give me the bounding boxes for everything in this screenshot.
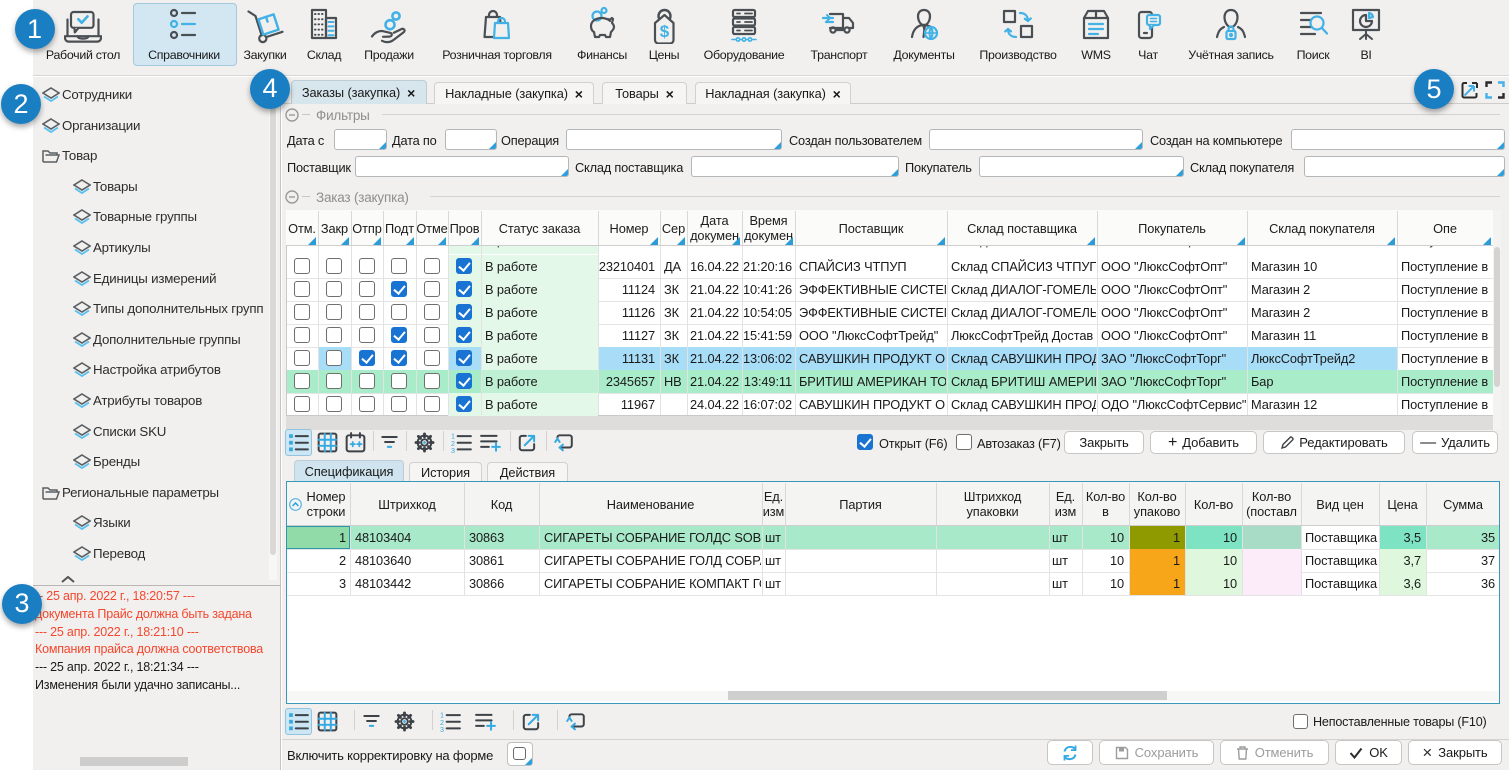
- svg-text:3: 3: [451, 447, 455, 453]
- svg-text:3: 3: [440, 726, 444, 732]
- svg-text:$: $: [660, 22, 670, 41]
